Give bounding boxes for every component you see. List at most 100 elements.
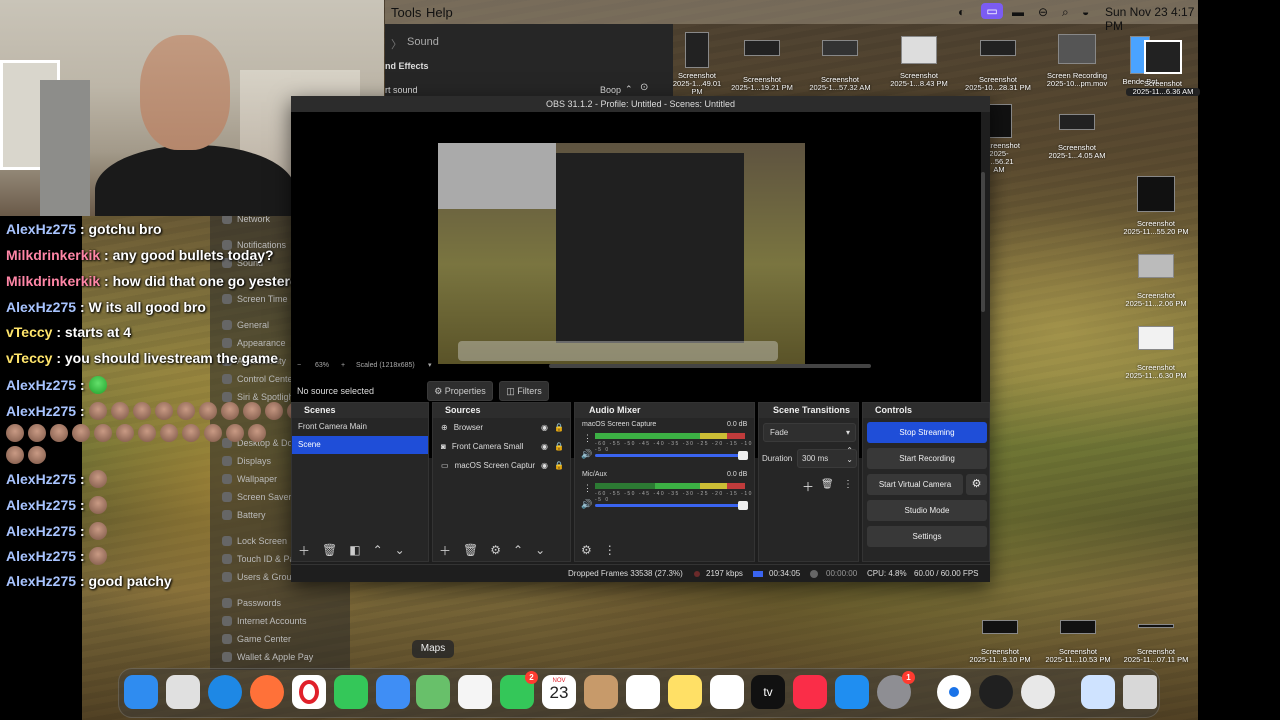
scene-item-selected[interactable]: Scene bbox=[292, 436, 428, 454]
trash-icon[interactable] bbox=[1123, 675, 1157, 709]
advanced-audio-icon[interactable]: ⚙ bbox=[581, 543, 592, 557]
desktop-file-16[interactable]: Screenshot 2025-11...07.11 PM bbox=[1118, 624, 1194, 664]
studio-mode-button[interactable]: Studio Mode bbox=[867, 500, 987, 521]
scale-dropdown-icon[interactable]: ▾ bbox=[428, 361, 432, 369]
desktop-file-14[interactable]: Screenshot 2025-11...9.10 PM bbox=[962, 620, 1038, 664]
lock-icon[interactable]: 🔒 bbox=[554, 442, 564, 451]
eye-icon[interactable]: ◉ bbox=[541, 461, 548, 470]
desktop-file-12[interactable]: Screenshot 2025-11...2.06 PM bbox=[1118, 254, 1194, 308]
start-recording-button[interactable]: Start Recording bbox=[867, 448, 987, 469]
preview-scale[interactable]: Scaled (1218x685) bbox=[356, 362, 415, 369]
opera-icon[interactable] bbox=[292, 675, 326, 709]
transition-menu-icon[interactable]: ⋮ bbox=[843, 479, 853, 490]
channel-menu-icon[interactable]: ⋮ bbox=[583, 433, 592, 444]
messages-icon[interactable] bbox=[334, 675, 368, 709]
move-down-icon[interactable]: ⌄ bbox=[535, 543, 545, 557]
menu-tools[interactable]: Tools bbox=[391, 5, 421, 20]
reminders-icon[interactable] bbox=[626, 675, 660, 709]
menu-help[interactable]: Help bbox=[426, 5, 453, 20]
desktop-file-3[interactable]: Screenshot 2025-1...57.32 AM bbox=[806, 40, 874, 92]
alert-sound-select[interactable]: Boop bbox=[600, 85, 621, 95]
settings-item-game-center[interactable]: Game Center bbox=[222, 634, 291, 644]
move-up-icon[interactable]: ⌃ bbox=[373, 543, 383, 557]
music-icon[interactable] bbox=[793, 675, 827, 709]
stop-streaming-button[interactable]: Stop Streaming bbox=[867, 422, 987, 443]
volume-slider[interactable] bbox=[595, 501, 748, 510]
move-up-icon[interactable]: ⌃ bbox=[513, 543, 523, 557]
source-item-screen-capture[interactable]: ▭ macOS Screen Capture ◉ 🔒 bbox=[433, 456, 570, 475]
preview-icon[interactable] bbox=[1081, 675, 1115, 709]
add-source-icon[interactable]: ＋ bbox=[439, 542, 451, 559]
tv-icon[interactable]: tv bbox=[751, 675, 785, 709]
maps-icon[interactable] bbox=[416, 675, 450, 709]
notes-icon[interactable] bbox=[668, 675, 702, 709]
desktop-file-11[interactable]: Screenshot 2025-11...55.20 PM bbox=[1118, 176, 1194, 236]
finder-icon[interactable] bbox=[124, 675, 158, 709]
zoom-in-icon[interactable]: + bbox=[341, 362, 345, 369]
quicktime-icon[interactable] bbox=[1021, 675, 1055, 709]
eye-icon[interactable]: ◉ bbox=[541, 423, 548, 432]
system-settings-icon[interactable]: 1 bbox=[877, 671, 915, 709]
virtual-camera-settings-icon[interactable]: ⚙ bbox=[966, 474, 987, 495]
app-store-icon[interactable] bbox=[835, 675, 869, 709]
screen-sharing-icon[interactable]: ◐ bbox=[958, 5, 965, 19]
desktop-file-2[interactable]: Screenshot 2025-1...19.21 PM bbox=[728, 40, 796, 92]
volume-slider-knob[interactable] bbox=[738, 501, 748, 510]
scene-filters-icon[interactable]: ◧ bbox=[349, 543, 360, 557]
lock-icon[interactable]: 🔒 bbox=[554, 461, 564, 470]
desktop-file-5[interactable]: Screenshot 2025-10...28.31 PM bbox=[962, 40, 1034, 92]
properties-button[interactable]: ⚙ Properties bbox=[427, 381, 493, 401]
settings-button[interactable]: Settings bbox=[867, 526, 987, 547]
desktop-file-15[interactable]: Screenshot 2025-11...10.53 PM bbox=[1040, 620, 1116, 664]
freeform-icon[interactable] bbox=[710, 675, 744, 709]
desktop-file-10[interactable]: Screenshot 2025-1...4.05 AM bbox=[1040, 114, 1114, 160]
facetime-icon[interactable]: 2 bbox=[500, 671, 538, 709]
preview-vscroll[interactable] bbox=[981, 172, 985, 312]
speaker-icon[interactable]: 🔊 bbox=[581, 499, 592, 510]
zoom-out-icon[interactable]: − bbox=[297, 362, 301, 369]
settings-item-internet-accounts[interactable]: Internet Accounts bbox=[222, 616, 307, 626]
source-properties-icon[interactable]: ⚙ bbox=[490, 543, 501, 557]
stepper-icon[interactable]: ⌃ ⌄ bbox=[846, 446, 853, 464]
mail-icon[interactable] bbox=[376, 675, 410, 709]
contacts-icon[interactable] bbox=[584, 675, 618, 709]
lock-icon[interactable]: 🔒 bbox=[554, 423, 564, 432]
start-virtual-camera-button[interactable]: Start Virtual Camera bbox=[867, 474, 963, 495]
desktop-file-6[interactable]: Screen Recording 2025-10...pm.mov bbox=[1038, 34, 1116, 88]
source-item-browser[interactable]: ⊕ Browser ◉ 🔒 bbox=[433, 418, 570, 437]
battery-icon[interactable]: ▬ bbox=[1012, 5, 1024, 19]
volume-slider-knob[interactable] bbox=[738, 451, 748, 460]
scene-item[interactable]: Front Camera Main bbox=[292, 418, 428, 436]
firefox-icon[interactable] bbox=[250, 675, 284, 709]
speaker-icon[interactable]: 🔊 bbox=[581, 449, 592, 460]
source-item-camera[interactable]: ◙ Front Camera Small ◉ 🔒 bbox=[433, 437, 570, 456]
eye-icon[interactable]: ◉ bbox=[541, 442, 548, 451]
chrome-icon[interactable] bbox=[937, 675, 971, 709]
volume-slider[interactable] bbox=[595, 451, 748, 460]
desktop-file-4[interactable]: Screenshot 2025-1...8.43 PM bbox=[884, 36, 954, 88]
filters-button[interactable]: ◫ Filters bbox=[499, 381, 549, 401]
channel-menu-icon[interactable]: ⋮ bbox=[583, 483, 592, 494]
add-scene-icon[interactable]: ＋ bbox=[298, 542, 310, 559]
desktop-file-8[interactable]: Screenshot 2025-11...6.36 AM bbox=[1126, 40, 1200, 96]
mixer-menu-icon[interactable]: ⋮ bbox=[604, 543, 616, 557]
desktop-file-13[interactable]: Screenshot 2025-11...6.30 PM bbox=[1118, 326, 1194, 380]
photos-icon[interactable] bbox=[458, 675, 492, 709]
obs-status-icon[interactable]: ▭ bbox=[981, 3, 1003, 19]
transition-select[interactable]: Fade ▾ bbox=[763, 423, 856, 442]
move-down-icon[interactable]: ⌄ bbox=[395, 543, 405, 557]
play-sound-icon[interactable]: ⊙ bbox=[640, 82, 648, 93]
calendar-icon[interactable]: NOV 23 bbox=[542, 675, 576, 709]
user-icon[interactable]: ◒ bbox=[1082, 5, 1089, 19]
settings-item-wallet[interactable]: Wallet & Apple Pay bbox=[222, 652, 313, 662]
control-icon[interactable]: ⊖ bbox=[1038, 5, 1048, 19]
safari-icon[interactable] bbox=[208, 675, 242, 709]
duration-input[interactable]: 300 ms ⌃ ⌄ bbox=[797, 446, 857, 468]
search-icon[interactable]: ⌕ bbox=[1062, 5, 1069, 20]
add-transition-icon[interactable]: ＋ bbox=[802, 478, 814, 495]
remove-scene-icon[interactable]: 🗑 bbox=[322, 543, 337, 557]
menubar-datetime[interactable]: Sun Nov 23 4:17 PM bbox=[1105, 5, 1198, 33]
back-chevron-icon[interactable]: 〉 bbox=[391, 36, 402, 52]
desktop-file-1[interactable]: Screenshot 2025-1...49.01 PM bbox=[672, 32, 722, 96]
settings-item-passwords[interactable]: Passwords bbox=[222, 598, 281, 608]
